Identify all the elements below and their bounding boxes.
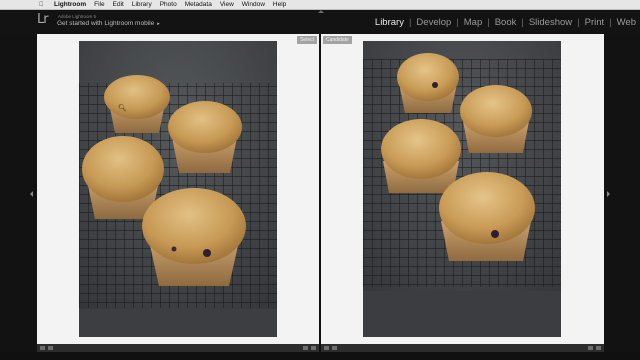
menu-library[interactable]: Library (132, 0, 152, 9)
module-picker: Library | Develop | Map | Book | Slidesh… (375, 17, 636, 28)
menu-help[interactable]: Help (273, 0, 286, 9)
identity-plate-label: Get started with Lightroom mobile (57, 20, 155, 27)
flag-reject-icon[interactable] (332, 346, 337, 350)
flag-pick-icon[interactable] (40, 346, 45, 350)
candidate-panel-toolbar (321, 344, 604, 352)
collapse-right-panel-icon[interactable] (607, 191, 610, 197)
menu-view[interactable]: View (220, 0, 234, 9)
close-select-icon[interactable] (311, 346, 316, 350)
identity-plate[interactable]: Get started with Lightroom mobile ▸ (57, 20, 160, 27)
module-separator: | (408, 17, 412, 28)
muffins-photo-select (79, 41, 277, 337)
module-separator: | (487, 17, 490, 28)
module-library[interactable]: Library (375, 17, 404, 28)
candidate-label: Candidate (323, 36, 352, 44)
menu-app-name[interactable]: Lightroom (54, 0, 86, 9)
select-photo[interactable] (79, 41, 277, 337)
flag-reject-icon[interactable] (48, 346, 53, 350)
collapse-left-panel-icon[interactable] (30, 191, 33, 197)
module-develop[interactable]: Develop (416, 17, 451, 28)
lightroom-logo: Lr (37, 12, 49, 27)
menu-edit[interactable]: Edit (113, 0, 124, 9)
menu-window[interactable]: Window (242, 0, 265, 9)
rotate-left-icon[interactable] (588, 346, 593, 350)
rotate-left-icon[interactable] (303, 346, 308, 350)
caret-right-icon: ▸ (157, 21, 160, 27)
muffins-photo-candidate (363, 41, 561, 337)
module-slideshow[interactable]: Slideshow (529, 17, 572, 28)
menu-metadata[interactable]: Metadata (185, 0, 212, 9)
filmstrip-edge (0, 352, 640, 360)
menu-photo[interactable]: Photo (160, 0, 177, 9)
module-book[interactable]: Book (495, 17, 517, 28)
select-label: Select (297, 36, 317, 44)
flag-pick-icon[interactable] (324, 346, 329, 350)
apple-icon[interactable]:  (39, 2, 45, 8)
zoom-cursor-icon: 🔍︎ (118, 105, 127, 112)
muffin (104, 75, 170, 133)
menu-file[interactable]: File (94, 0, 104, 9)
module-web[interactable]: Web (617, 17, 636, 28)
module-separator: | (609, 17, 612, 28)
collapse-top-panel-icon[interactable] (318, 10, 324, 13)
compare-candidate-panel[interactable]: Candidate (321, 34, 604, 344)
module-separator: | (577, 17, 580, 28)
candidate-photo[interactable] (363, 41, 561, 337)
module-separator: | (521, 17, 524, 28)
compare-select-panel[interactable]: Select 🔍︎ (37, 34, 319, 344)
system-menu-bar:  Lightroom File Edit Library Photo Meta… (0, 0, 640, 10)
module-map[interactable]: Map (464, 17, 482, 28)
module-print[interactable]: Print (585, 17, 605, 28)
close-candidate-icon[interactable] (596, 346, 601, 350)
product-name: Adobe Lightroom 5 (58, 14, 97, 19)
module-separator: | (456, 17, 459, 28)
select-panel-toolbar (37, 344, 319, 352)
